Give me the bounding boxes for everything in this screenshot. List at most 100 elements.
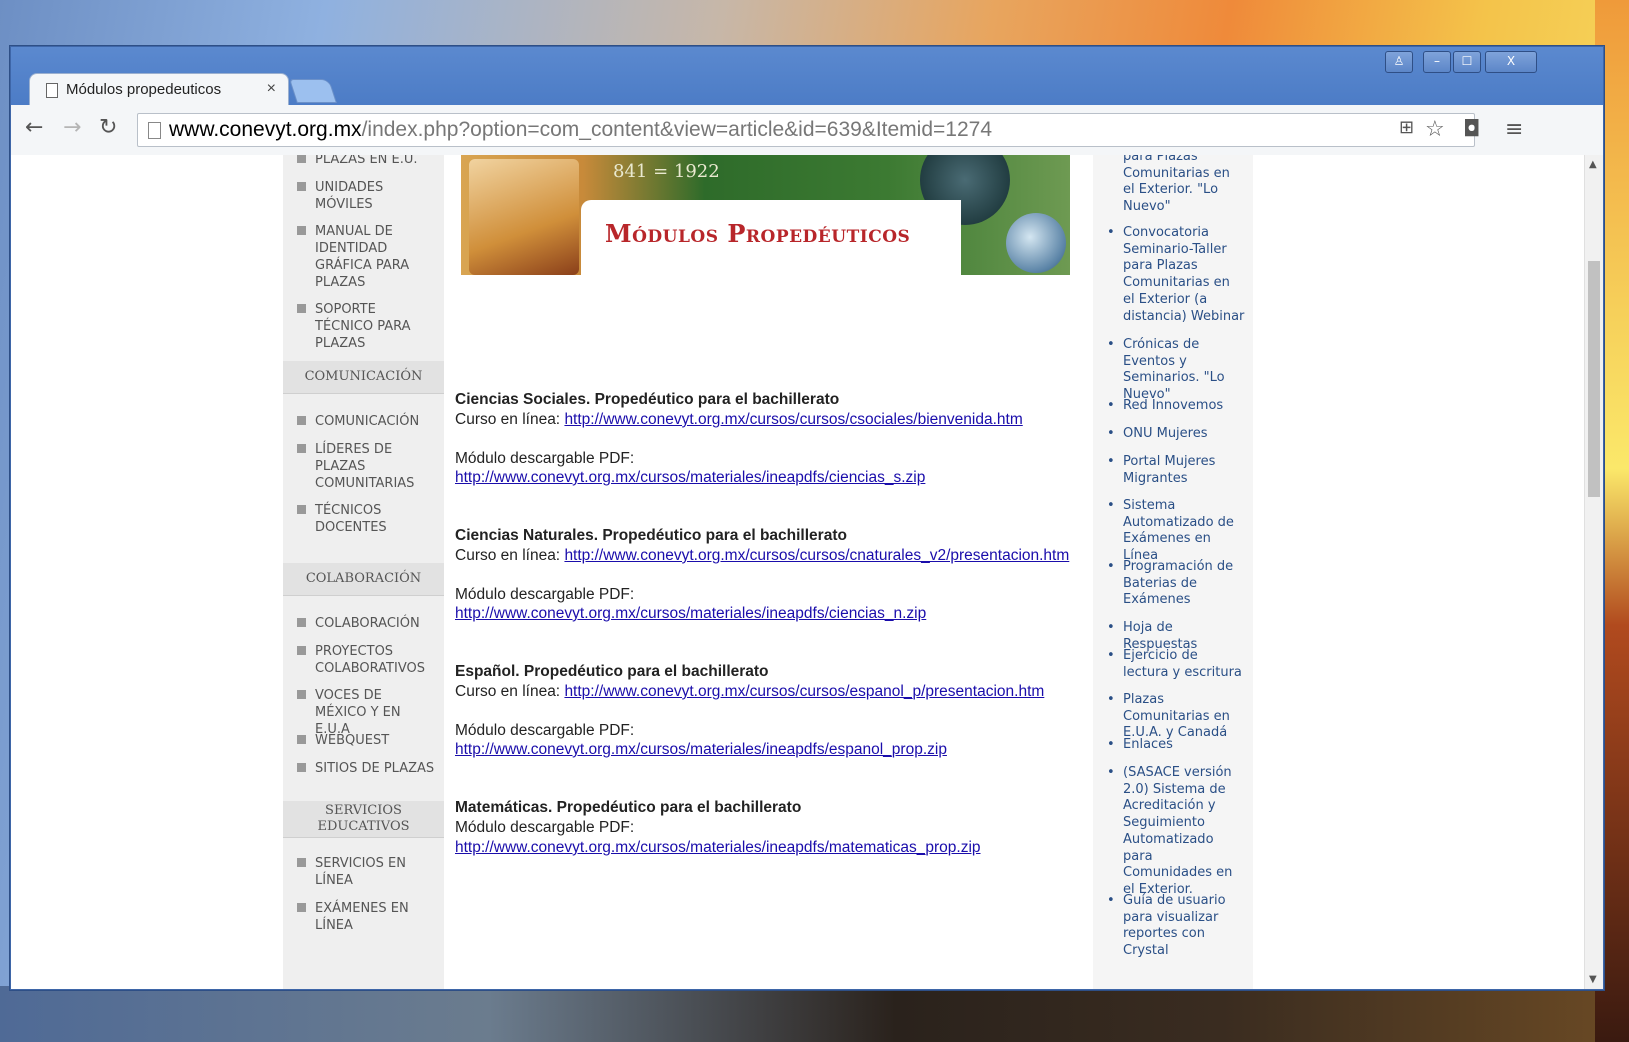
right-link[interactable]: • Guía de usuario para visualizar reporte… — [1107, 893, 1245, 960]
bullet-icon — [297, 646, 306, 655]
minimize-button[interactable]: – — [1423, 51, 1451, 73]
sidebar-item[interactable]: VOCES DE MÉXICO Y EN E.U.A — [297, 687, 437, 738]
sidebar-item[interactable]: SITIOS DE PLAZAS — [297, 760, 437, 777]
right-link[interactable]: • Portal Mujeres Migrantes — [1107, 454, 1245, 487]
close-window-button[interactable]: X — [1485, 51, 1537, 73]
sidebar-item[interactable]: PROYECTOS COLABORATIVOS — [297, 643, 437, 677]
bullet-icon — [297, 416, 306, 425]
right-link[interactable]: • Red Innovemos — [1107, 398, 1245, 415]
reload-icon[interactable]: ↻ — [99, 115, 117, 140]
bullet-icon — [297, 858, 306, 867]
pdf-link[interactable]: http://www.conevyt.org.mx/cursos/materia… — [455, 741, 947, 758]
forward-arrow-icon[interactable]: → — [63, 115, 81, 140]
globe-image — [1006, 213, 1066, 273]
sidebar-item[interactable]: MANUAL DE IDENTIDAD GRÁFICA PARA PLAZAS — [297, 223, 437, 291]
bullet-icon — [297, 690, 306, 699]
page-icon — [148, 122, 161, 139]
sidebar-item[interactable]: SOPORTE TÉCNICO PARA PLAZAS — [297, 301, 437, 352]
right-link[interactable]: • (SASACE versión 2.0) Sistema de Acredit… — [1107, 765, 1245, 899]
right-link[interactable]: • Sistema Automatizado de Exámenes en Lín… — [1107, 498, 1245, 565]
sidebar-heading-colaboracion: COLABORACIÓN — [283, 563, 444, 596]
menu-icon[interactable]: ≡ — [1505, 117, 1523, 142]
right-link[interactable]: para Plazas Comunitarias en el Exterior.… — [1107, 155, 1245, 216]
sidebar-item[interactable]: LÍDERES DE PLAZAS COMUNITARIAS — [297, 441, 437, 492]
course-link[interactable]: http://www.conevyt.org.mx/cursos/cursos/… — [564, 411, 1022, 428]
pdf-label: Módulo descargable PDF: — [455, 450, 635, 467]
pdf-label: Módulo descargable PDF: — [455, 722, 635, 739]
tab-title: Módulos propedeuticos — [66, 81, 222, 98]
scroll-up-icon[interactable]: ▲ — [1589, 159, 1597, 170]
bullet-icon — [297, 903, 306, 912]
course-link[interactable]: http://www.conevyt.org.mx/cursos/cursos/… — [564, 547, 1069, 564]
course-link[interactable]: http://www.conevyt.org.mx/cursos/cursos/… — [564, 683, 1044, 700]
sidebar-item[interactable]: EXÁMENES EN LÍNEA — [297, 900, 437, 934]
sidebar-item[interactable]: COLABORACIÓN — [297, 615, 437, 632]
course-line: Curso en línea: http://www.conevyt.org.m… — [455, 547, 1070, 564]
right-link[interactable]: • Ejercicio de lectura y escritura — [1107, 648, 1245, 681]
right-link[interactable]: • Plazas Comunitarias en E.U.A. y Canadá — [1107, 692, 1245, 742]
bullet-icon — [297, 618, 306, 627]
tab-active[interactable]: Módulos propedeuticos × — [29, 73, 289, 106]
sidebar-item[interactable]: PLAZAS EN E.U. — [297, 155, 437, 168]
right-link[interactable]: • ONU Mujeres — [1107, 426, 1245, 443]
pdf-label: Módulo descargable PDF: — [455, 819, 635, 836]
course-line: Curso en línea: http://www.conevyt.org.m… — [455, 683, 1045, 700]
browser-window: Módulos propedeuticos × ♙ – ☐ X ← → ↻ ww… — [10, 46, 1604, 990]
desktop-wallpaper-bottom — [0, 986, 1629, 1042]
sidebar-item[interactable]: TÉCNICOS DOCENTES — [297, 502, 437, 536]
address-bar[interactable]: www.conevyt.org.mx/index.php?option=com_… — [137, 113, 1475, 147]
browser-toolbar: ← → ↻ www.conevyt.org.mx/index.php?optio… — [11, 105, 1603, 156]
sidebar-item[interactable]: WEBQUEST — [297, 732, 437, 749]
scrollbar-thumb[interactable] — [1588, 261, 1600, 497]
maximize-button[interactable]: ☐ — [1453, 51, 1481, 73]
right-link[interactable]: • Convocatoria Seminario-Taller para Plaz… — [1107, 225, 1245, 325]
bullet-icon — [297, 182, 306, 191]
pdf-link[interactable]: http://www.conevyt.org.mx/cursos/materia… — [455, 605, 926, 622]
vertical-scrollbar[interactable]: ▲ ▼ — [1584, 155, 1603, 989]
sidebar-heading-comunicacion: COMUNICACIÓN — [283, 361, 444, 394]
url-text: www.conevyt.org.mx/index.php?option=com_… — [169, 114, 992, 146]
extension-icon[interactable]: ◘ — [1463, 117, 1480, 142]
tab-close-icon[interactable]: × — [267, 80, 276, 98]
pdf-link[interactable]: http://www.conevyt.org.mx/cursos/materia… — [455, 839, 981, 856]
back-arrow-icon[interactable]: ← — [25, 115, 43, 140]
star-icon[interactable]: ☆ — [1425, 117, 1445, 142]
bullet-icon — [297, 304, 306, 313]
pdf-label: Módulo descargable PDF: — [455, 586, 635, 603]
bullet-icon — [297, 226, 306, 235]
pdf-line: http://www.conevyt.org.mx/cursos/materia… — [455, 469, 925, 487]
course-line: Curso en línea: http://www.conevyt.org.m… — [455, 411, 1023, 428]
pdf-line: http://www.conevyt.org.mx/cursos/materia… — [455, 741, 947, 759]
pdf-line: http://www.conevyt.org.mx/cursos/materia… — [455, 839, 981, 857]
new-tab-button[interactable] — [289, 79, 337, 103]
right-sidebar: para Plazas Comunitarias en el Exterior.… — [1093, 155, 1253, 989]
bullet-icon — [297, 735, 306, 744]
title-bar: Módulos propedeuticos × ♙ – ☐ X — [11, 47, 1603, 106]
section-heading: Ciencias Sociales. Propedéutico para el … — [455, 391, 840, 408]
banner-title: Módulos Propedéuticos — [605, 219, 911, 248]
sidebar-item[interactable]: COMUNICACIÓN — [297, 413, 437, 430]
url-path: /index.php?option=com_content&view=artic… — [361, 118, 992, 141]
page-icon — [46, 83, 58, 98]
section-heading: Ciencias Naturales. Propedéutico para el… — [455, 527, 847, 544]
right-link[interactable]: • Crónicas de Eventos y Seminarios. "Lo N… — [1107, 337, 1245, 404]
section-heading: Matemáticas. Propedéutico para el bachil… — [455, 799, 802, 816]
page-banner: 841 = 1922 Módulos Propedéuticos — [461, 155, 1070, 275]
sidebar-item[interactable]: UNIDADES MÓVILES — [297, 179, 437, 213]
scroll-down-icon[interactable]: ▼ — [1589, 974, 1597, 985]
banner-numbers: 841 = 1922 — [613, 161, 720, 182]
right-link[interactable]: • Programación de Baterias de Exámenes — [1107, 559, 1245, 609]
sidebar-heading-servicios: SERVICIOS EDUCATIVOS — [283, 801, 444, 838]
left-sidebar: PLAZAS EN E.U. UNIDADES MÓVILES MANUAL D… — [283, 155, 444, 989]
pdf-link[interactable]: http://www.conevyt.org.mx/cursos/materia… — [455, 469, 925, 486]
section-heading: Español. Propedéutico para el bachillera… — [455, 663, 769, 680]
sidebar-item[interactable]: SERVICIOS EN LÍNEA — [297, 855, 437, 889]
right-link[interactable]: • Enlaces — [1107, 737, 1245, 754]
translate-icon[interactable]: ⊞ — [1399, 117, 1414, 138]
user-icon[interactable]: ♙ — [1385, 51, 1413, 73]
pdf-line: http://www.conevyt.org.mx/cursos/materia… — [455, 605, 926, 623]
illustration-image — [469, 159, 579, 275]
page-content: PLAZAS EN E.U. UNIDADES MÓVILES MANUAL D… — [11, 155, 1585, 989]
url-domain: www.conevyt.org.mx — [169, 118, 362, 141]
bullet-icon — [297, 155, 306, 163]
